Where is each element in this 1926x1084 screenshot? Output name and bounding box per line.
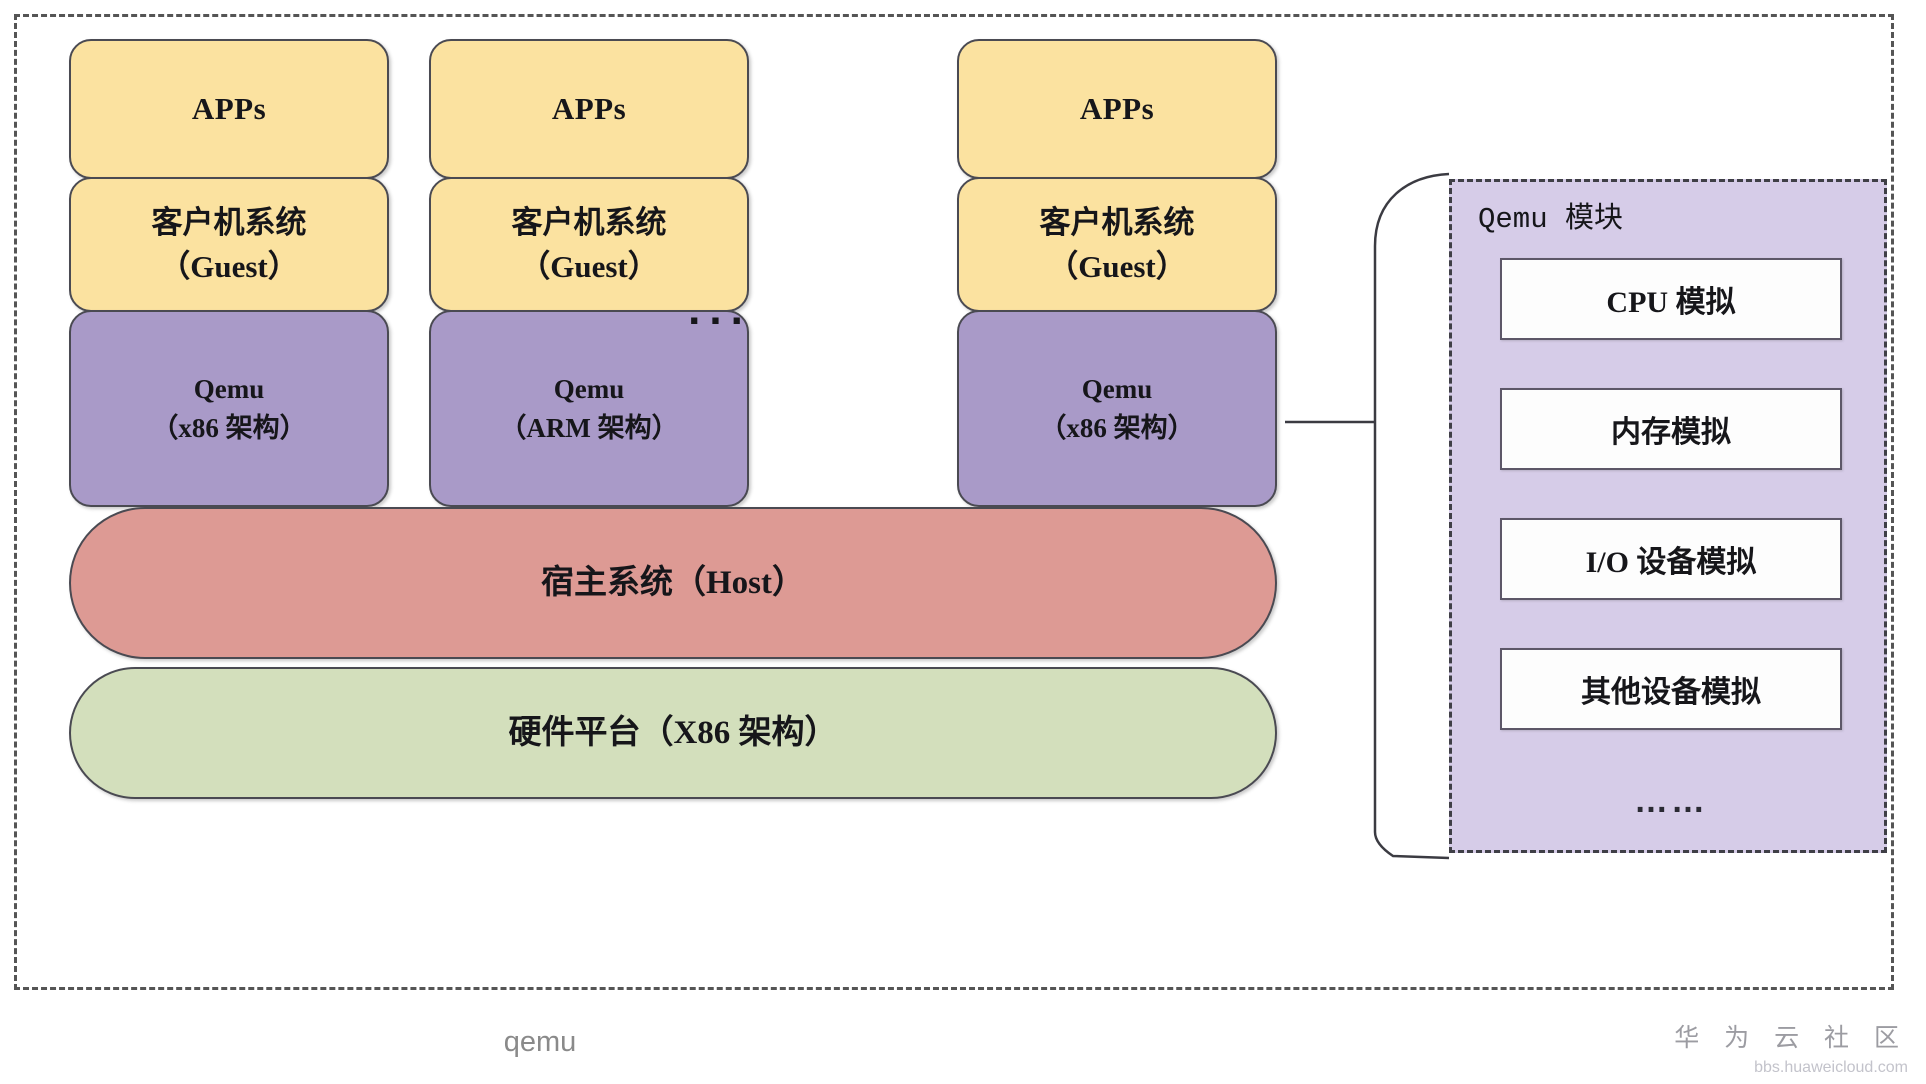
guest-os-label-line1: 客户机系统 — [511, 204, 667, 240]
qemu-box-column-2: Qemu （ARM 架构） — [429, 310, 749, 507]
brace-path — [1373, 172, 1450, 860]
qemu-label-line2: （x86 架构） — [151, 412, 307, 443]
guest-os-box-column-3: 客户机系统 （Guest） — [957, 177, 1277, 312]
apps-label: APPs — [191, 91, 267, 127]
watermark-url: bbs.huaweicloud.com — [1754, 1059, 1908, 1076]
qemu-label-line1: Qemu — [193, 373, 265, 404]
module-item-memory-emulation: 内存模拟 — [1500, 388, 1842, 470]
qemu-label-line1: Qemu — [1081, 373, 1153, 404]
guest-os-label-line1: 客户机系统 — [151, 204, 307, 240]
apps-box-column-3: APPs — [957, 39, 1277, 179]
module-item-io-device-emulation: I/O 设备模拟 — [1500, 518, 1842, 600]
hardware-platform-band: 硬件平台（X86 架构） — [69, 667, 1277, 799]
apps-box-column-2: APPs — [429, 39, 749, 179]
apps-label: APPs — [551, 91, 627, 127]
hardware-platform-label: 硬件平台（X86 架构） — [508, 714, 838, 751]
qemu-module-panel: Qemu 模块 CPU 模拟 内存模拟 I/O 设备模拟 其他设备模拟 …… — [1449, 179, 1887, 853]
host-system-label: 宿主系统（Host） — [541, 564, 805, 601]
module-item-cpu-emulation: CPU 模拟 — [1500, 258, 1842, 340]
module-item-other-device-emulation: 其他设备模拟 — [1500, 648, 1842, 730]
vm-group-ellipsis: ... — [688, 285, 752, 334]
guest-os-box-column-1: 客户机系统 （Guest） — [69, 177, 389, 312]
apps-label: APPs — [1079, 91, 1155, 127]
guest-os-label-line2: （Guest） — [1047, 248, 1187, 284]
brace-connector — [1285, 172, 1450, 860]
qemu-box-column-1: Qemu （x86 架构） — [69, 310, 389, 507]
qemu-label-line2: （x86 架构） — [1039, 412, 1195, 443]
watermark: 华 为 云 社 区 bbs.huaweicloud.com — [1674, 1018, 1908, 1077]
watermark-brand: 华 为 云 社 区 — [1674, 1024, 1908, 1052]
guest-os-label-line2: （Guest） — [159, 248, 299, 284]
diagram-outer-frame: APPs 客户机系统 （Guest） Qemu （x86 架构） APPs 客户… — [14, 14, 1894, 990]
host-system-band: 宿主系统（Host） — [69, 507, 1277, 659]
qemu-module-title: Qemu 模块 — [1478, 203, 1624, 236]
qemu-label-line1: Qemu — [553, 373, 625, 404]
guest-os-label-line2: （Guest） — [519, 248, 659, 284]
qemu-box-column-3: Qemu （x86 架构） — [957, 310, 1277, 507]
figure-caption: qemu — [503, 1026, 577, 1058]
qemu-label-line2: （ARM 架构） — [499, 412, 679, 443]
module-list-ellipsis: …… — [1634, 782, 1708, 820]
apps-box-column-1: APPs — [69, 39, 389, 179]
guest-os-label-line1: 客户机系统 — [1039, 204, 1195, 240]
